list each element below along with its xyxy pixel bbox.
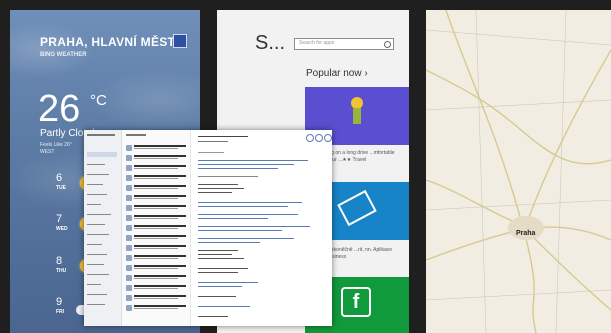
- store-title: S...: [255, 32, 286, 54]
- forecast-weekday: TUE: [56, 185, 66, 191]
- weather-extra-text: WEST: [40, 149, 55, 155]
- mail-folder-nav[interactable]: [84, 130, 122, 326]
- mail-reading-pane[interactable]: [192, 130, 332, 326]
- list-item[interactable]: [126, 224, 188, 232]
- list-item[interactable]: [126, 274, 188, 282]
- forecast-date: 6: [56, 172, 63, 184]
- list-item[interactable]: [126, 154, 188, 162]
- search-placeholder: Search for apps: [299, 40, 335, 46]
- tag-icon: [337, 189, 377, 227]
- store-search-input[interactable]: Search for apps: [294, 38, 394, 50]
- new-mail-icon[interactable]: [315, 134, 323, 142]
- search-icon[interactable]: [384, 41, 391, 48]
- list-item[interactable]: [126, 264, 188, 272]
- current-temperature: 26: [38, 88, 81, 130]
- list-item[interactable]: [126, 284, 188, 292]
- maps-app-pane[interactable]: Praha: [426, 10, 611, 333]
- forecast-date: 9: [56, 296, 63, 308]
- facebook-icon: f: [341, 287, 371, 317]
- pin-icon[interactable]: [173, 34, 187, 48]
- map-city-label: Praha: [516, 230, 536, 237]
- list-item[interactable]: [126, 174, 188, 182]
- list-item[interactable]: [126, 194, 188, 202]
- mail-app-window[interactable]: [84, 130, 332, 326]
- forecast-weekday: FRI: [56, 309, 65, 315]
- feels-like-text: Feels Like 26°: [40, 142, 72, 148]
- forecast-day[interactable]: 7 WED: [56, 213, 68, 232]
- forecast-day[interactable]: 9 FRI: [56, 296, 64, 315]
- mail-message-list[interactable]: [122, 130, 191, 326]
- forecast-weekday: THU: [56, 268, 67, 274]
- temperature-unit: °C: [90, 92, 107, 109]
- weather-app-name: BING WEATHER: [40, 52, 87, 58]
- list-item[interactable]: [126, 234, 188, 242]
- weather-city-title[interactable]: PRAHA, HLAVNÍ MĚST...: [40, 35, 185, 49]
- list-item[interactable]: [126, 254, 188, 262]
- forecast-date: 7: [56, 213, 63, 225]
- list-item[interactable]: [126, 204, 188, 212]
- forecast-weekday: WED: [56, 226, 68, 232]
- list-item[interactable]: [126, 144, 188, 152]
- list-item[interactable]: [126, 244, 188, 252]
- list-item[interactable]: [126, 184, 188, 192]
- list-item[interactable]: [126, 164, 188, 172]
- popular-now-link[interactable]: Popular now ›: [306, 68, 368, 79]
- reply-icon[interactable]: [306, 134, 314, 142]
- forecast-day[interactable]: 6 TUE: [56, 172, 66, 191]
- app-character-body: [353, 108, 361, 124]
- multitask-screen: PRAHA, HLAVNÍ MĚST... BING WEATHER 26 °C…: [0, 0, 611, 333]
- list-item[interactable]: [126, 294, 188, 302]
- forecast-date: 8: [56, 255, 63, 267]
- list-item[interactable]: [126, 214, 188, 222]
- map-canvas[interactable]: [426, 10, 611, 333]
- forecast-day[interactable]: 8 THU: [56, 255, 66, 274]
- delete-icon[interactable]: [324, 134, 332, 142]
- list-item[interactable]: [126, 304, 188, 312]
